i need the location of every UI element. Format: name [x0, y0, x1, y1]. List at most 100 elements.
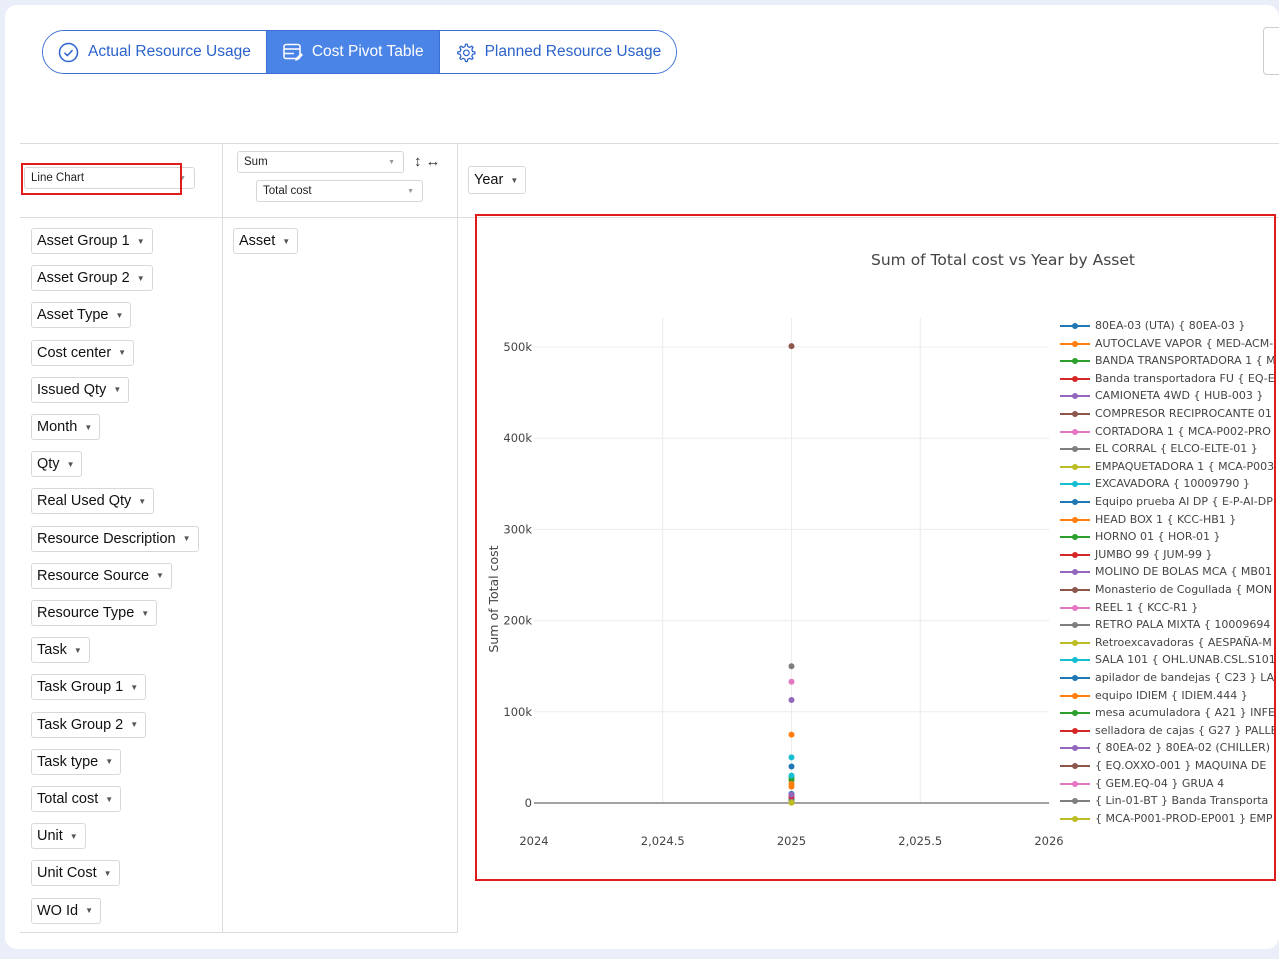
legend-item[interactable]: RETRO PALA MIXTA { 10009694: [1060, 616, 1270, 633]
legend-item[interactable]: Monasterio de Cogullada { MON: [1060, 581, 1272, 598]
caret-down-icon[interactable]: ▼: [67, 460, 75, 469]
legend-item[interactable]: CORTADORA 1 { MCA-P002-PRO: [1060, 423, 1271, 440]
legend-item[interactable]: REEL 1 { KCC-R1 }: [1060, 599, 1198, 616]
aggregator-value-select[interactable]: Total cost ▼: [256, 180, 423, 202]
legend-item[interactable]: AUTOCLAVE VAPOR { MED-ACM-: [1060, 335, 1273, 352]
legend-swatch-icon: [1060, 408, 1090, 419]
attr-pill-qty[interactable]: Qty ▼: [31, 451, 83, 478]
caret-down-icon[interactable]: ▼: [105, 795, 113, 804]
legend-item[interactable]: { EQ.OXXO-001 } MAQUINA DE: [1060, 757, 1266, 774]
legend-label: 80EA-03 (UTA) { 80EA-03 }: [1095, 319, 1246, 332]
tab-cost-pivot-table[interactable]: Cost Pivot Table: [265, 31, 439, 73]
caret-down-icon[interactable]: ▼: [113, 385, 121, 394]
attr-pill-asset-group-1[interactable]: Asset Group 1 ▼: [31, 228, 153, 254]
legend-swatch-icon: [1060, 566, 1090, 577]
legend-label: equipo IDIEM { IDIEM.444 }: [1095, 688, 1248, 702]
attr-pill-resource-source[interactable]: Resource Source ▼: [31, 562, 172, 589]
legend-item[interactable]: { MCA-P001-PROD-EP001 } EMP: [1060, 810, 1273, 827]
col-attr-year[interactable]: Year ▼: [468, 166, 527, 194]
tab-planned-resource-usage[interactable]: Planned Resource Usage: [438, 31, 677, 73]
caret-down-icon[interactable]: ▼: [115, 311, 123, 320]
caret-down-icon[interactable]: ▼: [118, 348, 126, 357]
legend-label: EL CORRAL { ELCO-ELTE-01 }: [1095, 442, 1258, 456]
legend-item[interactable]: { GEM.EQ-04 } GRUA 4: [1060, 775, 1224, 792]
attr-pill-wo-id[interactable]: WO Id ▼: [31, 897, 102, 924]
legend-item[interactable]: 80EA-03 (UTA) { 80EA-03 }: [1060, 317, 1245, 334]
toolbar-button-partial[interactable]: [1263, 27, 1279, 75]
renderer-highlight: [21, 163, 182, 195]
legend-item[interactable]: Banda transportadora FU { EQ-E: [1060, 370, 1274, 387]
attr-pill-unit[interactable]: Unit ▼: [31, 823, 86, 850]
legend-swatch-icon: [1060, 742, 1090, 753]
caret-down-icon[interactable]: ▼: [183, 534, 191, 543]
caret-down-icon[interactable]: ▼: [70, 832, 78, 841]
legend-item[interactable]: SALA 101 { OHL.UNAB.CSL.S101: [1060, 651, 1274, 668]
legend-item[interactable]: JUMBO 99 { JUM-99 }: [1060, 546, 1213, 563]
caret-down-icon[interactable]: ▼: [130, 683, 138, 692]
legend-item[interactable]: BANDA TRANSPORTADORA 1 { M: [1060, 352, 1274, 369]
legend-item[interactable]: EXCAVADORA { 10009790 }: [1060, 475, 1250, 492]
legend-item[interactable]: mesa acumuladora { A21 } INFE: [1060, 704, 1274, 721]
caret-down-icon[interactable]: ▼: [130, 720, 138, 729]
tab-label: Cost Pivot Table: [311, 43, 424, 60]
caret-down-icon[interactable]: ▼: [138, 497, 146, 506]
legend-item[interactable]: HORNO 01 { HOR-01 }: [1060, 528, 1221, 545]
tab-actual-resource-usage[interactable]: Actual Resource Usage: [43, 31, 266, 73]
caret-down-icon[interactable]: ▼: [282, 237, 290, 246]
caret-down-icon[interactable]: ▼: [105, 757, 113, 766]
caret-down-icon[interactable]: ▼: [141, 609, 149, 618]
legend-label: { Lin-01-BT } Banda Transporta: [1095, 794, 1269, 808]
caret-down-icon[interactable]: ▼: [104, 869, 112, 878]
attr-pill-real-used-qty[interactable]: Real Used Qty ▼: [31, 488, 155, 515]
attr-pill-resource-type[interactable]: Resource Type ▼: [31, 600, 158, 626]
legend-item[interactable]: MOLINO DE BOLAS MCA { MB01: [1060, 563, 1272, 580]
legend-swatch-icon: [1060, 584, 1090, 595]
attr-pill-resource-description[interactable]: Resource Description ▼: [31, 525, 199, 552]
attr-pill-task[interactable]: Task ▼: [31, 637, 90, 664]
attr-pill-asset-type[interactable]: Asset Type ▼: [31, 302, 132, 329]
legend-label: Equipo prueba AI DP { E-P-AI-DP: [1095, 495, 1273, 508]
caret-down-icon[interactable]: ▼: [85, 906, 93, 915]
legend-swatch-icon: [1060, 690, 1090, 701]
col-sort-arrows-icon[interactable]: ↔: [426, 153, 441, 170]
legend-item[interactable]: Retroexcavadoras { AESPAÑA-M: [1060, 634, 1272, 651]
legend-item[interactable]: COMPRESOR RECIPROCANTE 01: [1060, 405, 1272, 422]
data-point: [788, 343, 795, 350]
attr-pill-unit-cost[interactable]: Unit Cost ▼: [31, 860, 120, 887]
caret-down-icon[interactable]: ▼: [84, 423, 92, 432]
data-point: [788, 754, 795, 761]
legend-item[interactable]: CAMIONETA 4WD { HUB-003 }: [1060, 387, 1263, 404]
divider: [457, 143, 458, 933]
caret-down-icon[interactable]: ▼: [74, 646, 82, 655]
attr-pill-issued-qty[interactable]: Issued Qty ▼: [31, 376, 130, 403]
legend-item[interactable]: EMPAQUETADORA 1 { MCA-P003: [1060, 458, 1274, 475]
attr-pill-task-group-2[interactable]: Task Group 2 ▼: [31, 711, 147, 738]
aggregator-select[interactable]: Sum ▼: [237, 151, 404, 173]
legend-item[interactable]: apilador de bandejas { C23 } LA: [1060, 669, 1274, 686]
caret-down-icon[interactable]: ▼: [156, 571, 164, 580]
legend-item[interactable]: selladora de cajas { G27 } PALLE: [1060, 722, 1274, 739]
legend-item[interactable]: { 80EA-02 } 80EA-02 (CHILLER): [1060, 739, 1270, 756]
attr-pill-asset-group-2[interactable]: Asset Group 2 ▼: [31, 265, 153, 292]
legend-item[interactable]: equipo IDIEM { IDIEM.444 }: [1060, 687, 1248, 704]
attr-label: Month: [37, 419, 78, 435]
legend-item[interactable]: HEAD BOX 1 { KCC-HB1 }: [1060, 511, 1236, 528]
legend-swatch-icon: [1060, 813, 1090, 824]
attr-pill-month[interactable]: Month ▼: [31, 414, 101, 440]
legend-label: { EQ.OXXO-001 } MAQUINA DE: [1095, 759, 1267, 772]
legend-swatch-icon: [1060, 373, 1090, 384]
caret-down-icon[interactable]: ▼: [137, 274, 145, 283]
y-tick-label: 200k: [503, 614, 532, 628]
attr-pill-task-type[interactable]: Task type ▼: [31, 748, 122, 775]
legend-label: COMPRESOR RECIPROCANTE 01: [1095, 407, 1272, 420]
legend-item[interactable]: EL CORRAL { ELCO-ELTE-01 }: [1060, 440, 1258, 457]
row-attr-asset[interactable]: Asset ▼: [233, 228, 299, 254]
attr-pill-task-group-1[interactable]: Task Group 1 ▼: [31, 674, 147, 701]
attr-pill-total-cost[interactable]: Total cost ▼: [31, 786, 122, 812]
row-sort-arrows-icon[interactable]: ↕: [414, 153, 422, 170]
caret-down-icon[interactable]: ▼: [510, 176, 518, 185]
legend-item[interactable]: { Lin-01-BT } Banda Transporta: [1060, 792, 1268, 809]
attr-pill-cost-center[interactable]: Cost center ▼: [31, 339, 135, 366]
legend-item[interactable]: Equipo prueba AI DP { E-P-AI-DP: [1060, 493, 1273, 510]
caret-down-icon[interactable]: ▼: [137, 237, 145, 246]
